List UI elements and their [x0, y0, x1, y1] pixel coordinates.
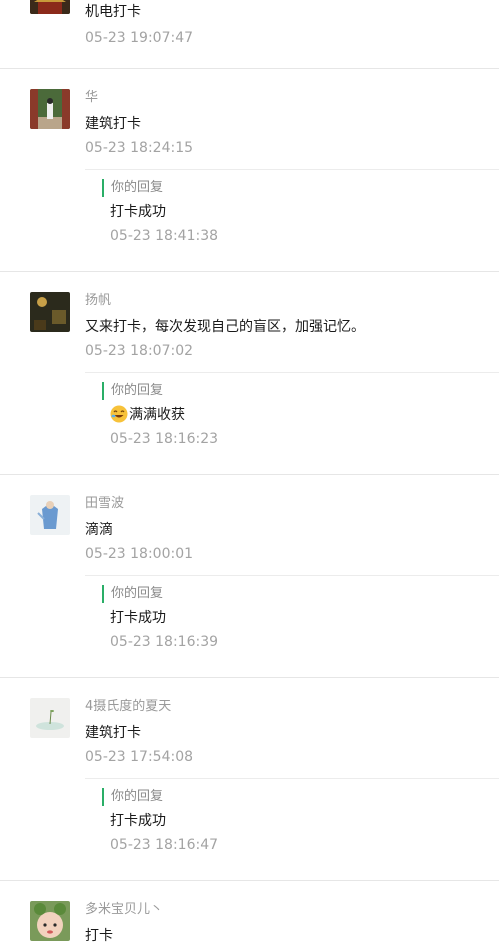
nickname[interactable]: 多米宝贝儿丶 [85, 900, 499, 920]
reply-text: 打卡成功 [110, 204, 166, 220]
comment-time: 05-23 18:00:01 [85, 546, 194, 562]
reply-text: 满满收获 [129, 407, 185, 423]
avatar[interactable] [30, 495, 70, 535]
comment-text: 建筑打卡 [85, 725, 141, 741]
reply-time: 05-23 18:16:23 [110, 431, 219, 447]
comment-item: 多米宝贝儿丶 打卡 [0, 881, 499, 951]
comment-time: 05-23 19:07:47 [85, 30, 194, 46]
comment-text: 滴滴 [85, 522, 113, 538]
nickname[interactable]: 4摄氏度的夏天 [85, 697, 499, 717]
reply-label: 你的回复 [102, 179, 499, 197]
reply-label: 你的回复 [102, 585, 499, 603]
comment-item: 机电打卡 05-23 19:07:47 [0, 0, 499, 69]
comment-text: 又来打卡，每次发现自己的盲区，加强记忆。 [85, 319, 365, 335]
laughing-emoji-icon [110, 405, 128, 423]
reply-block: 你的回复 打卡成功 05-23 18:16:39 [85, 575, 499, 665]
reply-label: 你的回复 [102, 788, 499, 806]
comment-item: 4摄氏度的夏天 建筑打卡 05-23 17:54:08 你的回复 打卡成功 05… [0, 678, 499, 881]
reply-text: 打卡成功 [110, 610, 166, 626]
nickname[interactable]: 田雪波 [85, 494, 499, 514]
comment-text: 机电打卡 [85, 4, 141, 20]
comment-time: 05-23 18:24:15 [85, 140, 194, 156]
reply-time: 05-23 18:16:47 [110, 837, 219, 853]
comment-item: 扬帆 又来打卡，每次发现自己的盲区，加强记忆。 05-23 18:07:02 你… [0, 272, 499, 475]
comment-list: 机电打卡 05-23 19:07:47 华 建筑打卡 05-23 18:24:1… [0, 0, 499, 951]
nickname[interactable]: 扬帆 [85, 291, 499, 311]
reply-block: 你的回复 打卡成功 05-23 18:16:47 [85, 778, 499, 868]
comment-item: 华 建筑打卡 05-23 18:24:15 你的回复 打卡成功 05-23 18… [0, 69, 499, 272]
comment-text: 打卡 [85, 928, 113, 944]
reply-block: 你的回复 打卡成功 05-23 18:41:38 [85, 169, 499, 259]
reply-label: 你的回复 [102, 382, 499, 400]
comment-text: 建筑打卡 [85, 116, 141, 132]
reply-time: 05-23 18:16:39 [110, 634, 219, 650]
comment-time: 05-23 18:07:02 [85, 343, 194, 359]
avatar[interactable] [30, 0, 70, 14]
reply-time: 05-23 18:41:38 [110, 228, 219, 244]
comment-item: 田雪波 滴滴 05-23 18:00:01 你的回复 打卡成功 05-23 18… [0, 475, 499, 678]
avatar[interactable] [30, 698, 70, 738]
comment-time: 05-23 17:54:08 [85, 749, 194, 765]
reply-block: 你的回复 满满收获 05-23 18:16:23 [85, 372, 499, 462]
reply-text-row: 满满收获 [110, 404, 499, 426]
reply-text: 打卡成功 [110, 813, 166, 829]
avatar[interactable] [30, 89, 70, 129]
nickname[interactable]: 华 [85, 88, 499, 108]
avatar[interactable] [30, 901, 70, 941]
avatar[interactable] [30, 292, 70, 332]
